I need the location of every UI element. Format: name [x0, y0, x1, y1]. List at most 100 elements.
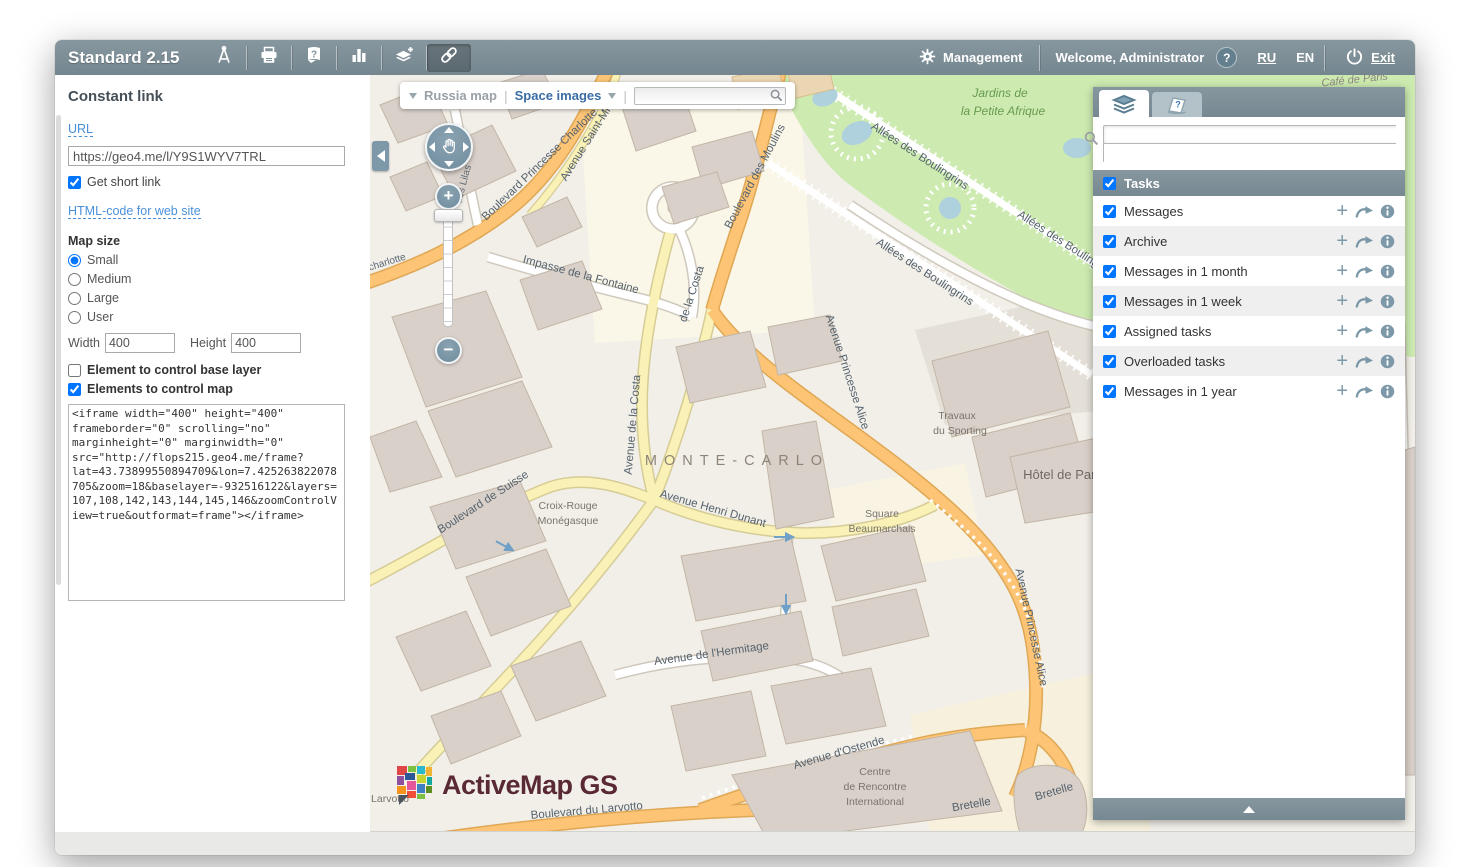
height-input[interactable] [231, 333, 301, 353]
constant-link-tool-button[interactable] [427, 44, 471, 72]
overlay-dropdown-caret[interactable] [608, 93, 616, 99]
base-layer-row[interactable]: Element to control base layer [68, 363, 352, 377]
pan-left-icon[interactable] [429, 142, 435, 152]
tasks-group-checkbox[interactable] [1103, 177, 1116, 190]
tab-map-help[interactable]: ? [1152, 92, 1202, 117]
navigate-arrow-icon[interactable] [1355, 235, 1373, 248]
control-map-checkbox[interactable] [68, 383, 81, 396]
navigate-arrow-icon[interactable] [1355, 385, 1373, 398]
svg-text:?: ? [1175, 100, 1181, 110]
zoom-out-button[interactable]: − [435, 337, 462, 364]
zoom-slider-handle[interactable] [434, 209, 463, 222]
lang-en-button[interactable]: EN [1286, 50, 1324, 65]
info-icon[interactable] [1380, 324, 1395, 339]
iframe-code-textarea[interactable]: <iframe width="400" height="400" framebo… [68, 404, 345, 601]
pan-right-icon[interactable] [463, 142, 469, 152]
task-label: Messages in 1 year [1124, 384, 1328, 399]
add-task-icon[interactable]: + [1336, 232, 1348, 250]
print-tool-button[interactable] [247, 44, 291, 72]
navigate-arrow-icon[interactable] [1355, 265, 1373, 278]
url-input[interactable] [68, 146, 345, 166]
map-viewport[interactable]: Café de ParisJardins dela Petite Afrique… [370, 75, 1415, 832]
task-row[interactable]: Messages in 1 week + [1093, 286, 1405, 316]
task-row[interactable]: Assigned tasks + [1093, 316, 1405, 346]
task-visibility-checkbox[interactable] [1103, 355, 1116, 368]
management-button[interactable]: Management [903, 48, 1038, 68]
info-icon[interactable] [1380, 354, 1395, 369]
help-book-tool-button[interactable]: ? [292, 44, 336, 72]
task-visibility-checkbox[interactable] [1103, 325, 1116, 338]
search-icon[interactable] [770, 89, 783, 102]
navigate-arrow-icon[interactable] [1355, 205, 1373, 218]
add-task-icon[interactable]: + [1336, 322, 1348, 340]
add-task-icon[interactable]: + [1336, 262, 1348, 280]
base-layer-checkbox[interactable] [68, 364, 81, 377]
task-visibility-checkbox[interactable] [1103, 265, 1116, 278]
map-size-option-small[interactable]: Small [68, 253, 352, 267]
task-row[interactable]: Archive + [1093, 226, 1405, 256]
help-question-badge[interactable]: ? [1216, 47, 1237, 68]
measure-tool-button[interactable] [202, 44, 246, 72]
map-size-option-large[interactable]: Large [68, 291, 352, 305]
pan-up-icon[interactable] [444, 127, 454, 133]
basemap-dropdown-caret[interactable] [409, 93, 417, 99]
add-task-icon[interactable]: + [1336, 352, 1348, 370]
task-visibility-checkbox[interactable] [1103, 295, 1116, 308]
height-label: Height [190, 336, 226, 350]
map-size-radio[interactable] [68, 273, 81, 286]
zoom-in-button[interactable]: + [435, 183, 462, 210]
task-visibility-checkbox[interactable] [1103, 235, 1116, 248]
add-task-icon[interactable]: + [1336, 202, 1348, 220]
task-visibility-checkbox[interactable] [1103, 205, 1116, 218]
task-row[interactable]: Messages + [1093, 196, 1405, 226]
width-input[interactable] [105, 333, 175, 353]
tasks-panel-collapse-bar[interactable] [1093, 798, 1405, 820]
info-icon[interactable] [1380, 384, 1395, 399]
lang-ru-button[interactable]: RU [1247, 50, 1286, 65]
zoom-slider-track[interactable] [443, 213, 453, 327]
map-size-radio[interactable] [68, 311, 81, 324]
add-task-icon[interactable]: + [1336, 292, 1348, 310]
map-size-option-user[interactable]: User [68, 310, 352, 324]
map-size-radio[interactable] [68, 292, 81, 305]
map-label: du Sporting [933, 425, 987, 437]
tab-layers[interactable] [1099, 90, 1149, 117]
add-layers-tool-button[interactable] [382, 44, 426, 72]
basemap-label[interactable]: Russia map [424, 88, 497, 103]
html-code-link[interactable]: HTML-code for web site [68, 204, 201, 219]
info-icon[interactable] [1380, 264, 1395, 279]
panel-scrollbar[interactable] [56, 115, 61, 585]
stats-tool-button[interactable] [337, 44, 381, 72]
task-row-actions: + [1336, 262, 1395, 280]
tasks-search-input[interactable] [1104, 127, 1396, 142]
map-search-input[interactable] [634, 87, 786, 105]
info-icon[interactable] [1380, 204, 1395, 219]
task-row[interactable]: Messages in 1 month + [1093, 256, 1405, 286]
tasks-panel: ? Tasks Messages + [1093, 87, 1405, 820]
map-label: MONTE-CARLO [645, 453, 829, 469]
activemap-logo-icon [394, 764, 434, 806]
pan-down-icon[interactable] [444, 161, 454, 167]
navigate-arrow-icon[interactable] [1355, 355, 1373, 368]
map-size-option-medium[interactable]: Medium [68, 272, 352, 286]
app-title: Standard 2.15 [55, 48, 202, 68]
navigate-arrow-icon[interactable] [1355, 295, 1373, 308]
task-row[interactable]: Overloaded tasks + [1093, 346, 1405, 376]
short-link-checkbox[interactable] [68, 176, 81, 189]
navigate-arrow-icon[interactable] [1355, 325, 1373, 338]
control-map-row[interactable]: Elements to control map [68, 382, 352, 396]
overlay-label[interactable]: Space images [515, 88, 602, 103]
task-visibility-checkbox[interactable] [1103, 385, 1116, 398]
task-row[interactable]: Messages in 1 year + [1093, 376, 1405, 406]
map-size-radio[interactable] [68, 254, 81, 267]
pan-control[interactable] [425, 123, 473, 171]
short-link-row[interactable]: Get short link [68, 175, 352, 189]
url-link[interactable]: URL [68, 122, 93, 137]
add-task-icon[interactable]: + [1336, 382, 1348, 400]
info-icon[interactable] [1380, 294, 1395, 309]
exit-button[interactable]: Exit [1325, 47, 1415, 69]
collapse-left-panel-button[interactable] [372, 141, 389, 171]
search-icon[interactable] [1084, 131, 1099, 146]
info-icon[interactable] [1380, 234, 1395, 249]
map-label: Beaumarchais [848, 523, 915, 535]
